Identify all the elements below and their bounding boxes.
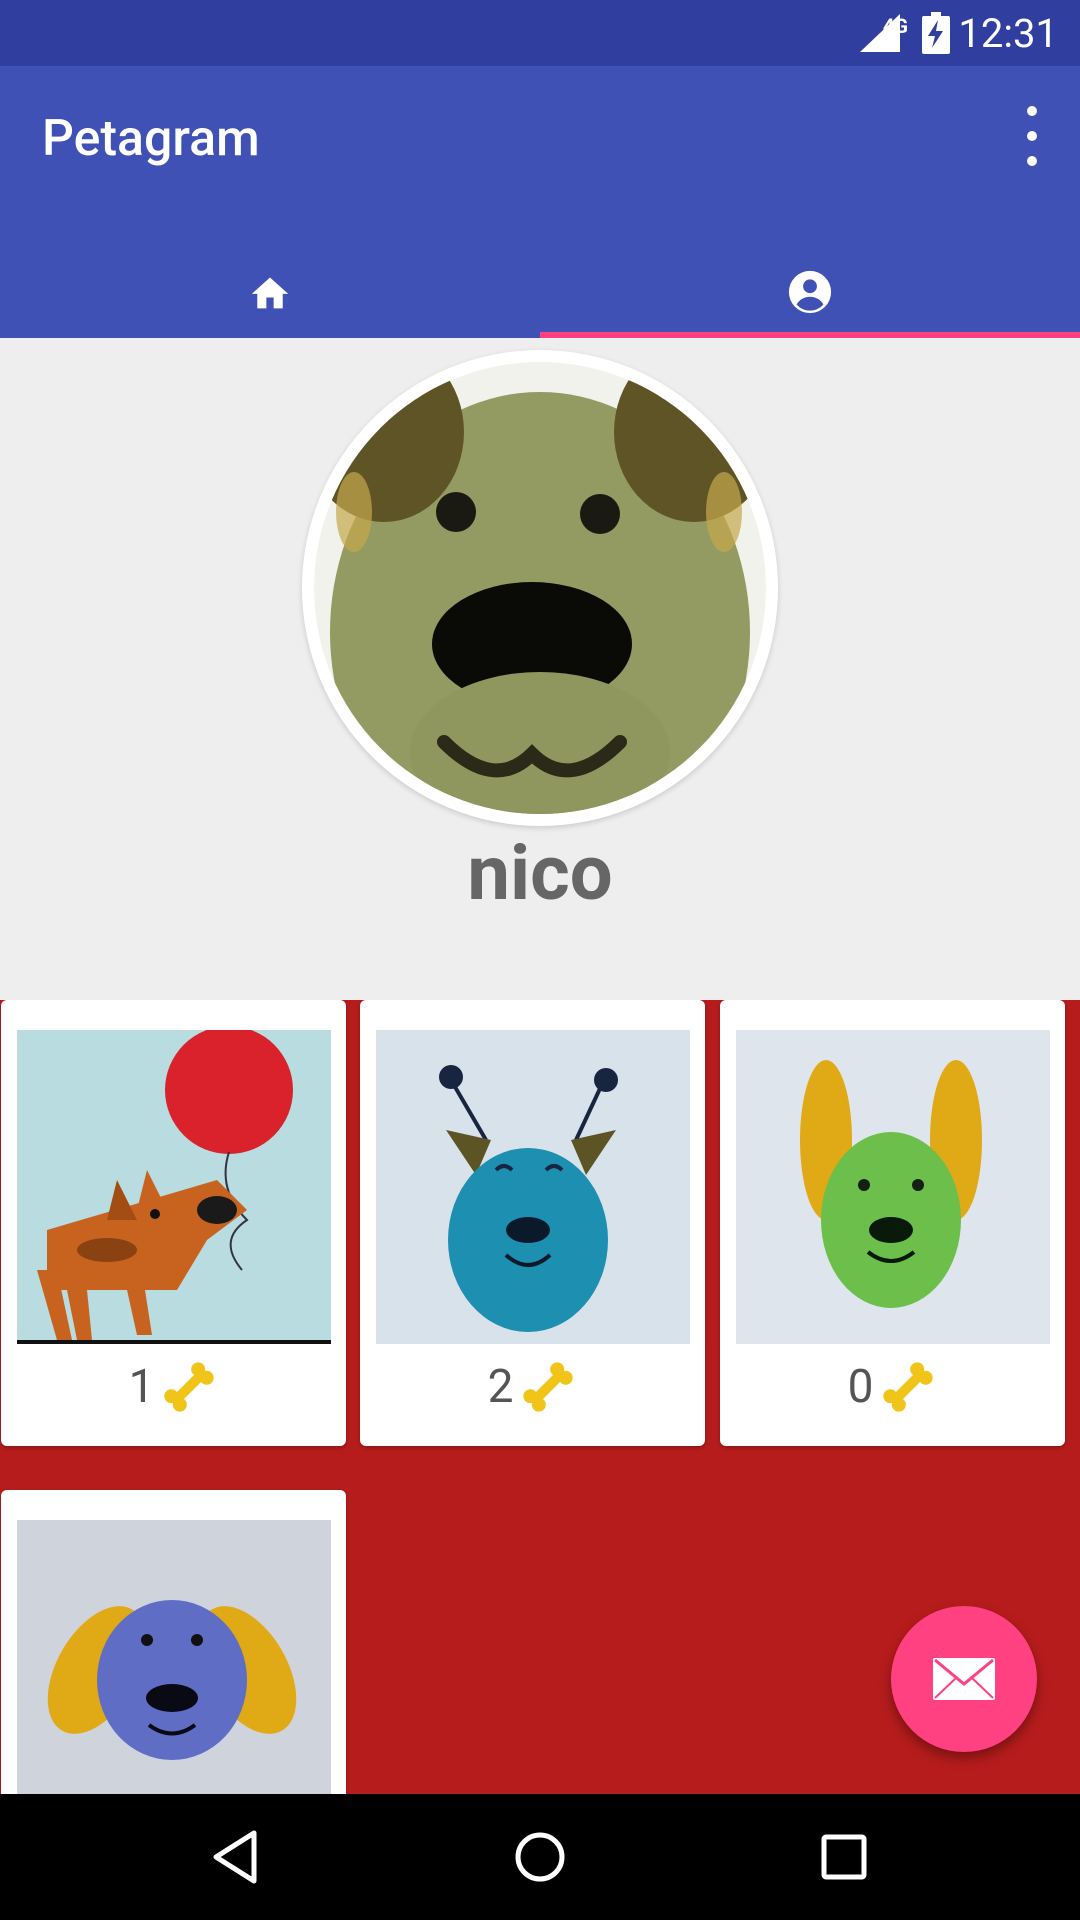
status-bar: 4G 12:31	[0, 0, 1080, 66]
home-nav-icon[interactable]	[510, 1827, 570, 1887]
pet-photo	[376, 1030, 690, 1344]
pet-photo	[17, 1030, 331, 1344]
like-count-row: 2	[360, 1358, 705, 1416]
bone-icon	[164, 1362, 215, 1412]
like-count-row: 1	[1, 1358, 346, 1416]
status-time: 12:31	[958, 10, 1058, 57]
bone-icon	[523, 1362, 574, 1412]
profile-username: nico	[467, 828, 613, 918]
like-count: 0	[847, 1360, 874, 1414]
battery-charging-icon	[922, 12, 950, 54]
account-circle-icon	[788, 270, 832, 314]
send-mail-fab[interactable]	[891, 1606, 1037, 1752]
back-icon[interactable]	[206, 1827, 266, 1887]
like-count: 2	[487, 1360, 514, 1414]
tab-home[interactable]	[0, 246, 540, 338]
tab-profile[interactable]	[540, 246, 1080, 338]
bone-icon	[883, 1362, 934, 1412]
recents-icon[interactable]	[814, 1827, 874, 1887]
like-count: 1	[128, 1360, 155, 1414]
overflow-menu-icon[interactable]	[1008, 106, 1056, 166]
photo-card[interactable]	[1, 1490, 346, 1794]
app-bar: Petagram	[0, 66, 1080, 338]
pet-photo	[736, 1030, 1050, 1344]
signal-icon	[860, 14, 900, 52]
system-nav-bar	[0, 1794, 1080, 1920]
mail-icon	[933, 1658, 995, 1700]
photo-card[interactable]: 2	[360, 1000, 705, 1446]
home-icon	[251, 277, 289, 309]
profile-header: nico	[0, 338, 1080, 1000]
like-count-row: 0	[720, 1358, 1065, 1416]
app-title: Petagram	[42, 110, 260, 168]
pet-photo	[17, 1520, 331, 1794]
photo-card[interactable]: 1	[1, 1000, 346, 1446]
photo-card[interactable]: 0	[720, 1000, 1065, 1446]
profile-avatar[interactable]	[302, 350, 778, 826]
dog-face-avatar-image	[314, 362, 766, 814]
